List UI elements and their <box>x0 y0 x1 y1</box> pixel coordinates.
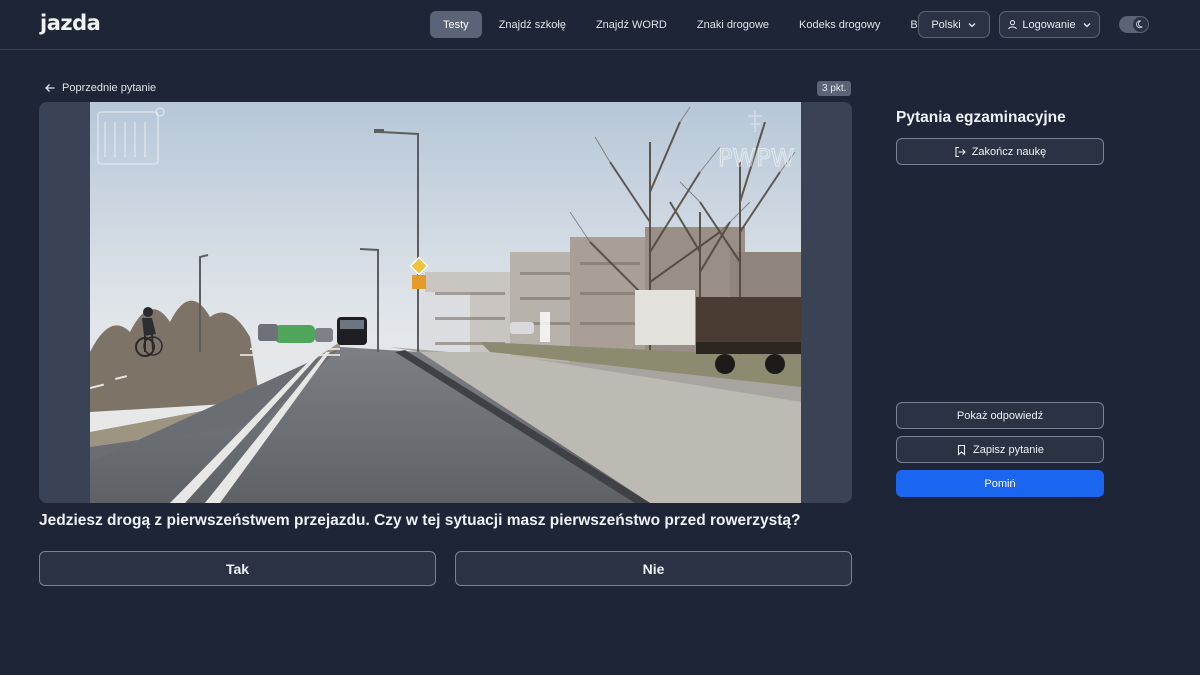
main-nav: Testy Znajdź szkołę Znajdź WORD Znaki dr… <box>430 11 949 38</box>
nav-item-find-word[interactable]: Znajdź WORD <box>583 11 680 38</box>
user-icon <box>1008 20 1018 30</box>
nav-item-find-school[interactable]: Znajdź szkołę <box>486 11 579 38</box>
show-answer-button[interactable]: Pokaż odpowiedź <box>896 402 1104 429</box>
logo[interactable]: jazda <box>40 11 101 35</box>
moon-icon <box>1133 17 1148 32</box>
arrow-left-icon <box>45 84 55 92</box>
chevron-down-icon <box>968 22 976 27</box>
logo-text: jazda <box>40 11 101 35</box>
login-label: Logowanie <box>1022 18 1076 31</box>
theme-toggle[interactable] <box>1119 16 1149 33</box>
previous-question-link[interactable]: Poprzednie pytanie <box>44 80 156 96</box>
end-learning-button[interactable]: Zakończ naukę <box>896 138 1104 165</box>
nav-item-road-code[interactable]: Kodeks drogowy <box>786 11 893 38</box>
language-select[interactable]: Polski <box>918 11 990 38</box>
show-answer-label: Pokaż odpowiedź <box>956 409 1044 422</box>
language-label: Polski <box>931 18 961 31</box>
chevron-down-icon <box>1083 22 1091 27</box>
question-text: Jedziesz drogą z pierwszeństwem przejazd… <box>39 512 801 529</box>
nav-item-road-signs[interactable]: Znaki drogowe <box>684 11 782 38</box>
bookmark-icon <box>957 444 966 456</box>
previous-question-label: Poprzednie pytanie <box>62 82 157 94</box>
skip-button[interactable]: Pomiń <box>896 470 1104 497</box>
top-navbar: jazda Testy Znajdź szkołę Znajdź WORD Zn… <box>0 0 1200 50</box>
road-scene-image: PWPW <box>90 102 801 503</box>
points-badge: 3 pkt. <box>817 81 852 96</box>
login-button[interactable]: Logowanie <box>999 11 1100 38</box>
watermark-pwpw: PWPW <box>718 144 794 172</box>
exit-icon <box>955 146 966 157</box>
answer-yes-button[interactable]: Tak <box>39 551 436 586</box>
save-question-label: Zapisz pytanie <box>973 443 1044 456</box>
save-question-button[interactable]: Zapisz pytanie <box>896 436 1104 463</box>
skip-label: Pomiń <box>984 477 1016 490</box>
answer-no-button[interactable]: Nie <box>455 551 852 586</box>
end-learning-label: Zakończ naukę <box>971 145 1047 158</box>
nav-item-testy[interactable]: Testy <box>430 11 482 38</box>
question-media: PWPW <box>39 102 852 503</box>
sidebar-title: Pytania egzaminacyjne <box>896 109 1066 126</box>
